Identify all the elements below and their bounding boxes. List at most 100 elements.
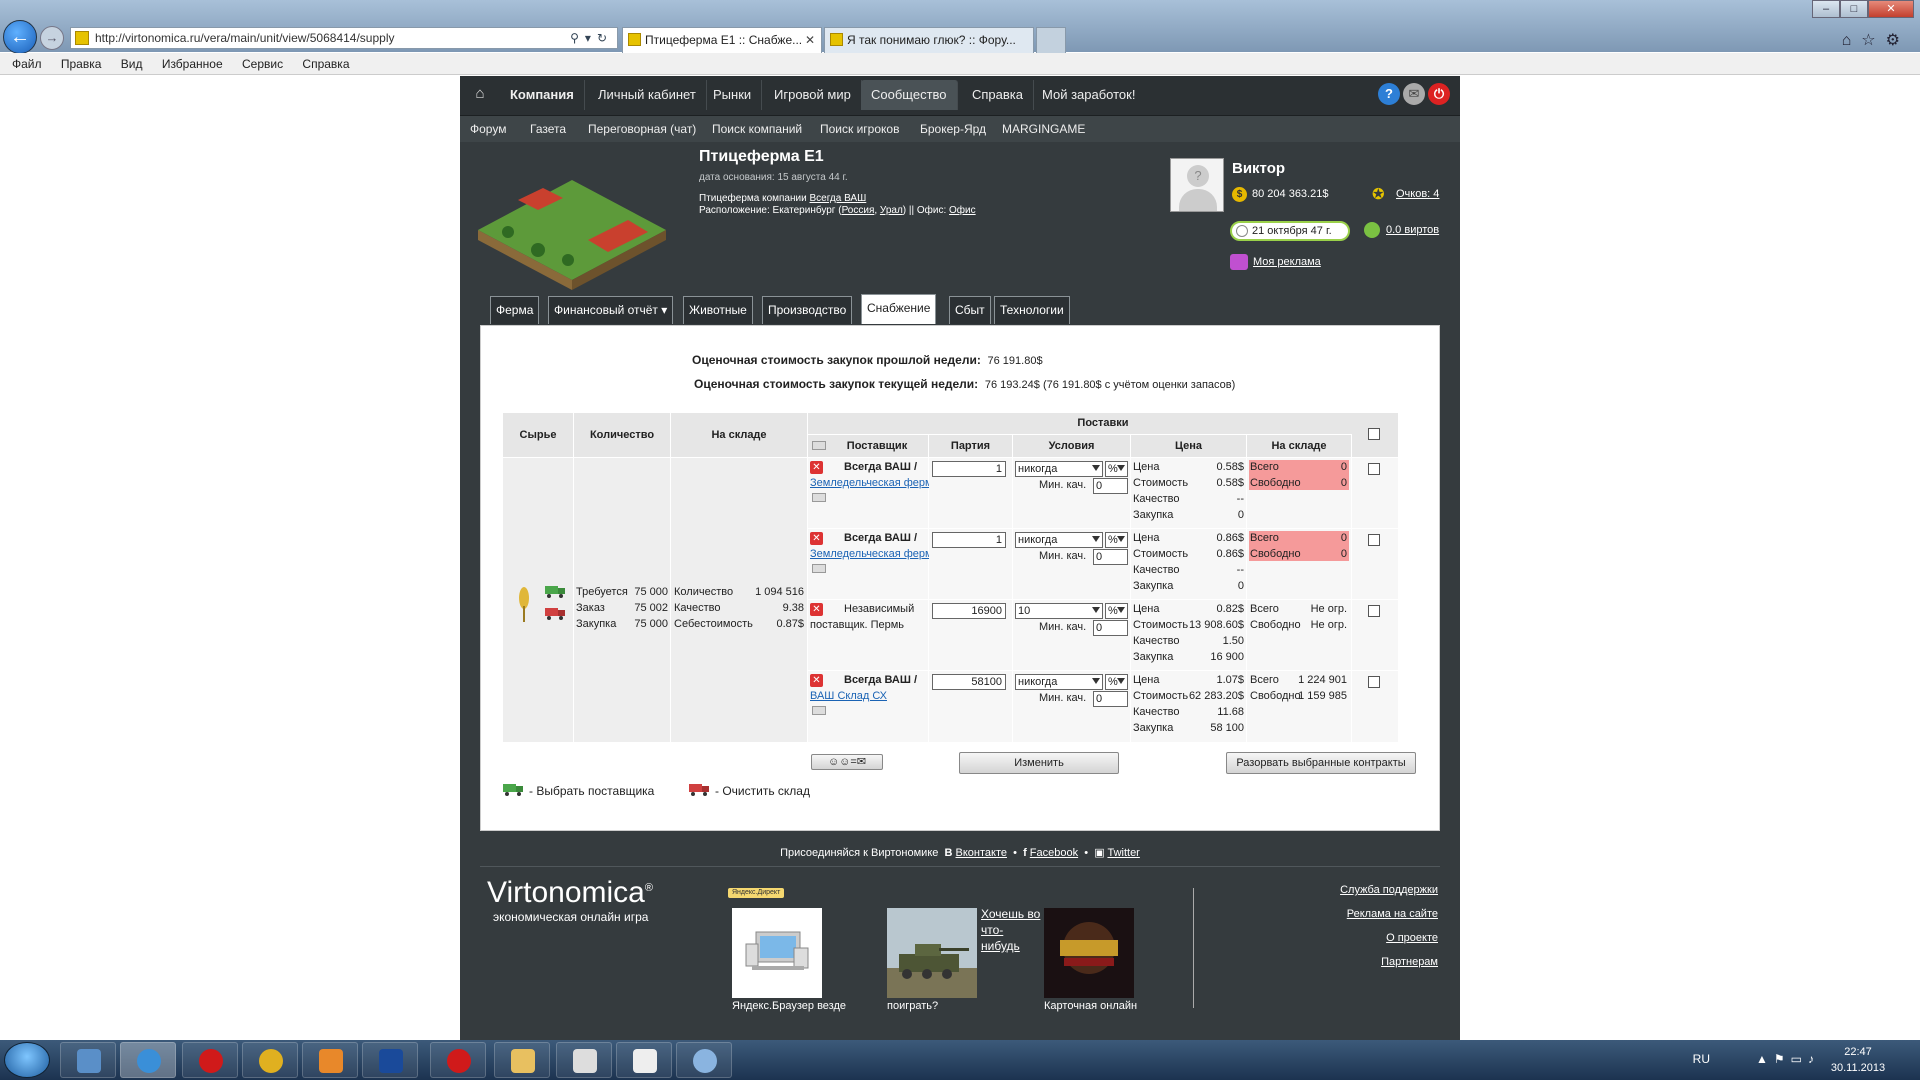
batch-input[interactable]: 16900: [932, 603, 1006, 619]
taskbar-app-paint[interactable]: [676, 1042, 732, 1078]
ad-game-image[interactable]: [1044, 908, 1134, 998]
home-icon[interactable]: ⌂: [470, 84, 490, 104]
terms-select[interactable]: 10: [1015, 603, 1103, 619]
vk-link[interactable]: Вконтакте: [956, 847, 1007, 859]
address-bar[interactable]: http://virtonomica.ru/vera/main/unit/vie…: [70, 27, 618, 49]
unit-select[interactable]: %: [1105, 603, 1128, 619]
my-ad-link[interactable]: Моя реклама: [1253, 256, 1321, 268]
taskbar-app-cards[interactable]: [616, 1042, 672, 1078]
menu-help[interactable]: Справка: [302, 57, 349, 71]
terms-select[interactable]: никогда: [1015, 674, 1103, 690]
country-link[interactable]: Россия: [842, 205, 875, 216]
min-quality-input[interactable]: 0: [1093, 549, 1128, 565]
row-checkbox[interactable]: [1368, 463, 1380, 475]
taskbar-app-calc[interactable]: [556, 1042, 612, 1078]
unit-select[interactable]: %: [1105, 532, 1128, 548]
ad-tank-image[interactable]: [887, 908, 977, 998]
region-link[interactable]: Урал: [880, 205, 903, 216]
envelope-icon[interactable]: [812, 493, 826, 502]
subnav-chat[interactable]: Переговорная (чат): [588, 116, 696, 142]
delete-contract-icon[interactable]: ✕: [810, 532, 823, 545]
menu-view[interactable]: Вид: [121, 57, 143, 71]
ad3-caption[interactable]: Карточная онлайн: [1044, 1000, 1137, 1014]
start-button[interactable]: [4, 1042, 50, 1078]
footer-support-link[interactable]: Служба поддержки: [1340, 884, 1438, 896]
taskbar-app-media[interactable]: [302, 1042, 358, 1078]
select-all-checkbox[interactable]: [1368, 428, 1380, 440]
taskbar-app-explorer[interactable]: [494, 1042, 550, 1078]
min-quality-input[interactable]: 0: [1093, 691, 1128, 707]
help-icon[interactable]: ?: [1378, 83, 1400, 105]
tray-icons[interactable]: ▲⚑▭♪: [1756, 1052, 1820, 1066]
delete-contract-icon[interactable]: ✕: [810, 603, 823, 616]
topnav-community[interactable]: Сообщество: [861, 80, 958, 110]
home-star-gear-icons[interactable]: ⌂☆⚙: [1842, 30, 1910, 50]
company-link[interactable]: Всегда ВАШ: [809, 193, 866, 204]
taskbar-app-network[interactable]: [60, 1042, 116, 1078]
topnav-world[interactable]: Игровой мир: [764, 80, 862, 110]
tab-farm[interactable]: Ферма: [490, 296, 540, 324]
topnav-earnings[interactable]: Мой заработок!: [1032, 80, 1145, 110]
unit-select[interactable]: %: [1105, 461, 1128, 477]
power-icon[interactable]: ⏻: [1428, 83, 1450, 105]
taskbar-app-chrome[interactable]: [242, 1042, 298, 1078]
menu-favorites[interactable]: Избранное: [162, 57, 223, 71]
supplier-link[interactable]: ВАШ Склад СХ: [810, 690, 887, 702]
topnav-company[interactable]: Компания: [500, 80, 585, 110]
footer-ads-link[interactable]: Реклама на сайте: [1347, 908, 1438, 920]
subnav-broker[interactable]: Брокер-Ярд: [920, 116, 986, 142]
taskbar-app-dots[interactable]: [430, 1042, 486, 1078]
envelope-icon[interactable]: [812, 564, 826, 573]
ad2-caption[interactable]: поиграть?: [887, 1000, 938, 1014]
ad2-title[interactable]: Хочешь во что-нибудь: [981, 906, 1041, 954]
minimize-icon[interactable]: –: [1812, 0, 1840, 18]
subnav-forum[interactable]: Форум: [470, 116, 506, 142]
close-window-icon[interactable]: ✕: [1868, 0, 1914, 18]
row-checkbox[interactable]: [1368, 676, 1380, 688]
topnav-cabinet[interactable]: Личный кабинет: [588, 80, 707, 110]
tab-production[interactable]: Производство: [762, 296, 853, 324]
menu-edit[interactable]: Правка: [61, 57, 102, 71]
tab-sales[interactable]: Сбыт: [949, 296, 991, 324]
ad1-caption[interactable]: Яндекс.Браузер везде: [732, 1000, 846, 1014]
break-contracts-button[interactable]: Разорвать выбранные контракты: [1226, 752, 1416, 774]
truck-green-icon[interactable]: [545, 584, 567, 598]
clock[interactable]: 22:47 30.11.2013: [1828, 1044, 1888, 1076]
language-indicator[interactable]: RU: [1693, 1052, 1710, 1066]
maximize-icon[interactable]: □: [1840, 0, 1868, 18]
row-checkbox[interactable]: [1368, 605, 1380, 617]
ad-browser-image[interactable]: [732, 908, 822, 998]
new-tab-button[interactable]: [1036, 27, 1066, 53]
subnav-newspaper[interactable]: Газета: [530, 116, 566, 142]
browser-tab-active[interactable]: Птицеферма Е1 :: Снабже... ✕: [622, 27, 822, 53]
contacts-button[interactable]: ☺☺=✉: [811, 754, 883, 770]
batch-input[interactable]: 1: [932, 461, 1006, 477]
forward-arrow-icon[interactable]: →: [40, 26, 64, 50]
change-button[interactable]: Изменить: [959, 752, 1119, 774]
batch-input[interactable]: 58100: [932, 674, 1006, 690]
yandex-direct-badge[interactable]: Яндекс.Директ: [728, 888, 785, 898]
facebook-link[interactable]: Facebook: [1030, 847, 1078, 859]
menu-file[interactable]: Файл: [12, 57, 42, 71]
row-checkbox[interactable]: [1368, 534, 1380, 546]
taskbar-app-ie[interactable]: [120, 1042, 176, 1078]
min-quality-input[interactable]: 0: [1093, 478, 1128, 494]
close-icon[interactable]: ✕: [805, 28, 815, 52]
tab-animals[interactable]: Животные: [683, 296, 753, 324]
menu-tools[interactable]: Сервис: [242, 57, 283, 71]
search-icon[interactable]: ⚲▾↻: [570, 28, 613, 48]
topnav-markets[interactable]: Рынки: [703, 80, 763, 110]
subnav-find-companies[interactable]: Поиск компаний: [712, 116, 802, 142]
taskbar-app-player[interactable]: [362, 1042, 418, 1078]
footer-partners-link[interactable]: Партнерам: [1381, 956, 1438, 968]
envelope-icon[interactable]: [812, 441, 826, 450]
terms-select[interactable]: никогда: [1015, 461, 1103, 477]
virts-link[interactable]: 0.0 виртов: [1386, 224, 1439, 236]
tab-technologies[interactable]: Технологии: [994, 296, 1070, 324]
unit-select[interactable]: %: [1105, 674, 1128, 690]
min-quality-input[interactable]: 0: [1093, 620, 1128, 636]
browser-tab[interactable]: Я так понимаю глюк? :: Фору...: [824, 27, 1034, 53]
batch-input[interactable]: 1: [932, 532, 1006, 548]
tab-financial-report[interactable]: Финансовый отчёт ▾: [548, 296, 674, 324]
points-link[interactable]: Очков: 4: [1396, 188, 1439, 200]
